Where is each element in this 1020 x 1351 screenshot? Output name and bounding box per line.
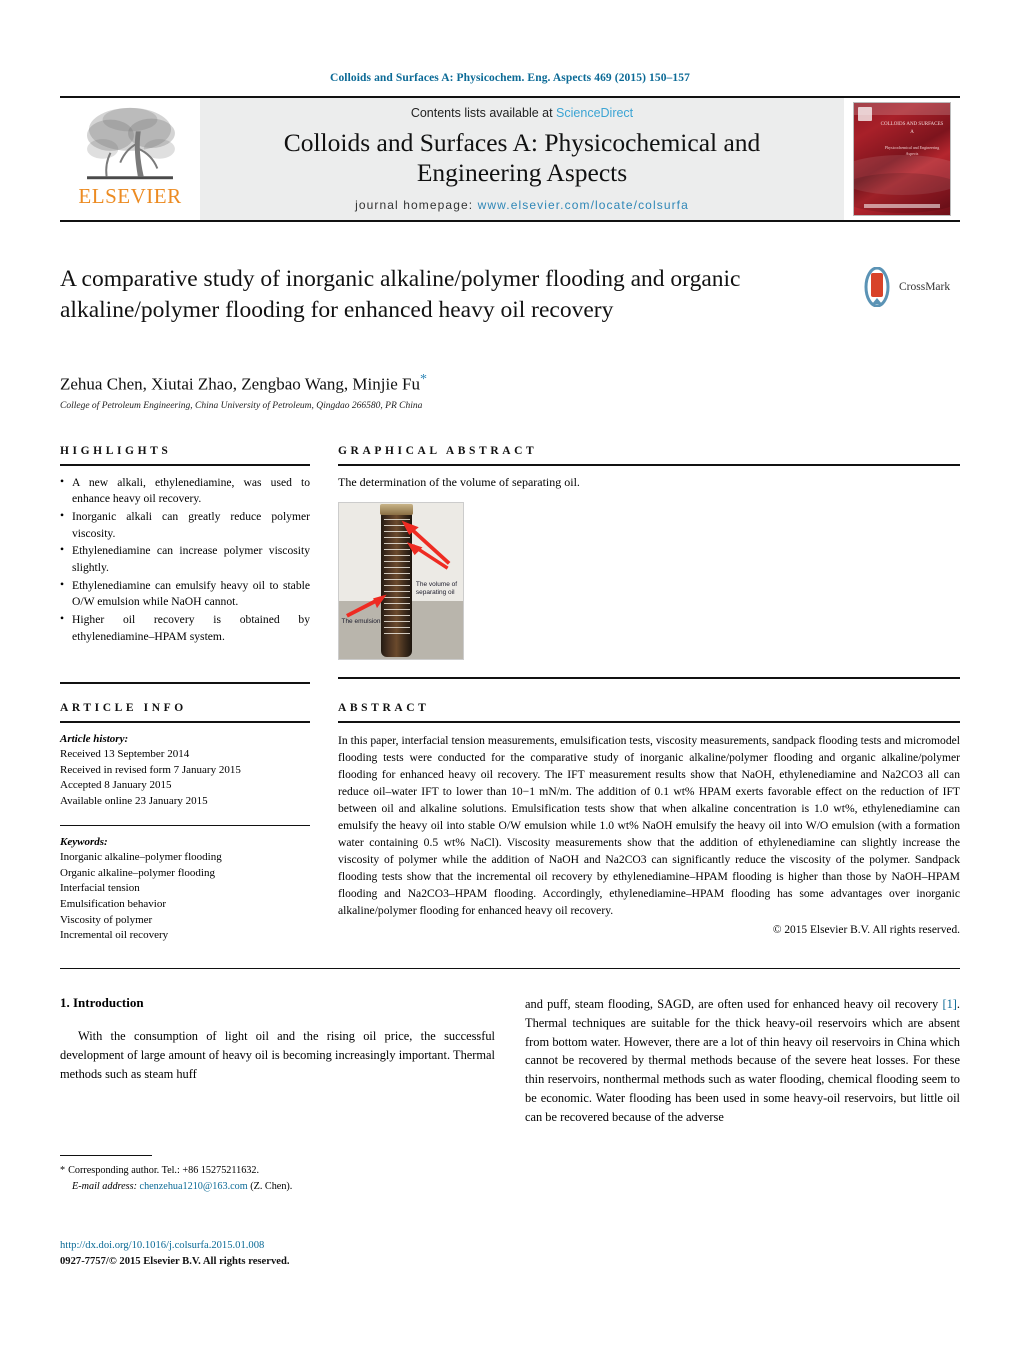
crossmark-badge[interactable]: CrossMark — [860, 264, 960, 310]
keyword-item: Interfacial tension — [60, 882, 140, 895]
introduction-paragraph-right: and puff, steam flooding, SAGD, are ofte… — [525, 995, 960, 1127]
crossmark-label: CrossMark — [899, 281, 951, 293]
divider — [60, 681, 310, 684]
divider — [338, 720, 960, 723]
email-suffix: (Z. Chen). — [250, 1180, 293, 1192]
abstract-heading: ABSTRACT — [338, 701, 430, 714]
elsevier-tree-icon — [87, 107, 175, 180]
keyword-item: Incremental oil recovery — [60, 929, 169, 942]
email-label: E-mail address: — [72, 1180, 137, 1192]
elsevier-wordmark: ELSEVIER — [78, 184, 182, 208]
footnote-corresponding: * Corresponding author. Tel.: +86 1527521… — [60, 1163, 495, 1178]
affiliation: College of Petroleum Engineering, China … — [60, 400, 423, 411]
article-history-label: Article history: — [60, 732, 129, 745]
abstract-text: In this paper, interfacial tension measu… — [338, 733, 960, 917]
list-item: A new alkali, ethylenediamine, was used … — [60, 474, 310, 508]
page-title: A comparative study of inorganic alkalin… — [60, 266, 741, 323]
contents-prefix: Contents lists available at — [410, 105, 557, 120]
list-item: Higher oil recovery is obtained by ethyl… — [60, 611, 310, 645]
sciencedirect-link[interactable]: ScienceDirect — [556, 106, 633, 120]
list-item: Inorganic alkali can greatly reduce poly… — [60, 508, 310, 542]
journal-cover-thumbnail: COLLOIDS AND SURFACES A Physicochemical … — [853, 102, 951, 216]
list-item: Ethylenediamine can increase polymer vis… — [60, 542, 310, 576]
history-item: Received in revised form 7 January 2015 — [60, 763, 241, 776]
crossmark-icon — [864, 267, 890, 307]
graphical-abstract-heading: GRAPHICAL ABSTRACT — [338, 444, 538, 457]
running-head: Colloids and Surfaces A: Physicochem. En… — [330, 72, 690, 84]
highlights-column: HIGHLIGHTS A new alkali, ethylenediamine… — [60, 445, 310, 684]
divider — [338, 463, 960, 466]
graphical-abstract-caption: The determination of the volume of separ… — [338, 474, 580, 489]
history-item: Received 13 September 2014 — [60, 748, 190, 761]
journal-masthead: ELSEVIER Contents lists available at Sci… — [60, 96, 960, 222]
keywords-block: Keywords: Inorganic alkaline–polymer flo… — [60, 835, 310, 944]
issn-copyright-line: 0927-7757/© 2015 Elsevier B.V. All right… — [60, 1255, 290, 1267]
masthead-center: Contents lists available at ScienceDirec… — [200, 98, 844, 220]
article-history: Article history: Received 13 September 2… — [60, 732, 310, 810]
email-address-link[interactable]: chenzehua1210@163.com — [140, 1181, 248, 1192]
divider — [60, 720, 310, 723]
reference-link-1[interactable]: [1] — [942, 997, 956, 1011]
author-names: Zehua Chen, Xiutai Zhao, Zengbao Wang, M… — [60, 374, 420, 394]
cover-footer-band — [864, 204, 940, 208]
title-block: A comparative study of inorganic alkalin… — [60, 264, 960, 356]
figure-label-separating-oil: The volume of separating oil — [415, 580, 458, 597]
corresponding-author-marker: * — [419, 372, 427, 387]
divider — [60, 824, 310, 826]
body-column-right: and puff, steam flooding, SAGD, are ofte… — [525, 995, 960, 1194]
journal-title-line-1: Colloids and Surfaces A: Physicochemical… — [283, 127, 761, 157]
highlights-graphical-grid: HIGHLIGHTS A new alkali, ethylenediamine… — [60, 445, 960, 684]
body-column-left: 1. Introduction With the consumption of … — [60, 995, 495, 1194]
copyright-line: © 2015 Elsevier B.V. All rights reserved… — [772, 923, 960, 936]
graphical-abstract-column: GRAPHICAL ABSTRACT The determination of … — [338, 445, 960, 684]
footnote-block: * Corresponding author. Tel.: +86 1527521… — [60, 1155, 495, 1194]
keywords-label: Keywords: — [60, 835, 108, 848]
homepage-line: journal homepage: www.elsevier.com/locat… — [355, 198, 689, 212]
highlights-heading: HIGHLIGHTS — [60, 444, 172, 457]
body-columns: 1. Introduction With the consumption of … — [60, 995, 960, 1194]
arrow-to-separating-oil-lower — [406, 541, 449, 570]
keyword-item: Organic alkaline–polymer flooding — [60, 866, 215, 879]
graphical-abstract-image: The emulsion The volume of separating oi… — [338, 501, 464, 660]
elsevier-logo: ELSEVIER — [60, 98, 200, 220]
article-info-heading: ARTICLE INFO — [60, 701, 187, 714]
introduction-heading: 1. Introduction — [60, 994, 144, 1010]
author-list: Zehua Chen, Xiutai Zhao, Zengbao Wang, M… — [60, 372, 960, 395]
cover-title: COLLOIDS AND SURFACES A — [880, 122, 944, 135]
footnote-email: E-mail address: chenzehua1210@163.com (Z… — [60, 1179, 495, 1194]
section-divider — [60, 967, 960, 969]
history-item: Accepted 8 January 2015 — [60, 779, 172, 792]
highlights-list: A new alkali, ethylenediamine, was used … — [60, 474, 310, 646]
figure-label-emulsion: The emulsion — [341, 618, 381, 626]
cylinder-cap — [379, 504, 414, 516]
footnote-star: * — [60, 1165, 66, 1177]
divider — [60, 463, 310, 466]
journal-title: Colloids and Surfaces A: Physicochemical… — [284, 128, 761, 188]
history-item: Available online 23 January 2015 — [60, 794, 208, 807]
introduction-paragraph-left: With the consumption of light oil and th… — [60, 1028, 495, 1081]
masthead-right: COLLOIDS AND SURFACES A Physicochemical … — [844, 98, 960, 220]
info-abstract-grid: ARTICLE INFO Article history: Received 1… — [60, 702, 960, 944]
intro-right-before-ref: and puff, steam flooding, SAGD, are ofte… — [525, 996, 943, 1011]
list-item: Ethylenediamine can emulsify heavy oil t… — [60, 577, 310, 611]
doi-link[interactable]: http://dx.doi.org/10.1016/j.colsurfa.201… — [60, 1238, 290, 1253]
footnote-divider — [60, 1155, 152, 1157]
keyword-item: Viscosity of polymer — [60, 913, 153, 926]
keyword-item: Emulsification behavior — [60, 898, 166, 911]
intro-right-after-ref: . Thermal techniques are suitable for th… — [525, 996, 960, 1124]
keyword-item: Inorganic alkaline–polymer flooding — [60, 851, 222, 864]
footnote-corresponding-text: Corresponding author. Tel.: +86 15275211… — [68, 1165, 260, 1177]
article-info-column: ARTICLE INFO Article history: Received 1… — [60, 702, 310, 944]
contents-line: Contents lists available at ScienceDirec… — [411, 106, 633, 120]
cover-elsevier-mark — [858, 107, 872, 121]
journal-title-line-2: Engineering Aspects — [416, 158, 628, 187]
homepage-label: journal homepage: — [355, 198, 478, 213]
divider — [338, 676, 960, 679]
homepage-url-link[interactable]: www.elsevier.com/locate/colsurfa — [478, 198, 689, 212]
abstract-column: ABSTRACT In this paper, interfacial tens… — [338, 702, 960, 944]
footer-doi-block: http://dx.doi.org/10.1016/j.colsurfa.201… — [60, 1238, 290, 1269]
